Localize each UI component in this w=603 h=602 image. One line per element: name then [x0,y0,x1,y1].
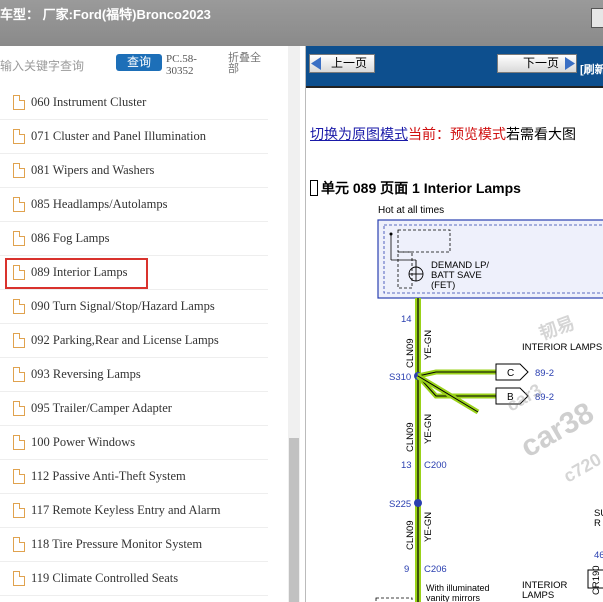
wire-label-3: CLN09 [405,520,416,550]
document-icon [13,537,25,552]
connector-c206: C206 [424,564,447,575]
pin-13: 13 [401,460,412,471]
tree-item[interactable]: 095 Trailer/Camper Adapter [0,392,268,426]
viewer-toolbar: 上一页 下一页 [刷新 [306,46,603,86]
tree-item[interactable]: 090 Turn Signal/Stop/Hazard Lamps [0,290,268,324]
ref-89-2-a: 89-2 [535,368,554,379]
document-icon [13,401,25,416]
tree-item[interactable]: 071 Cluster and Panel Illumination [0,120,268,154]
wiring-diagram: Hot at all times DEMAND LP/ BATT SAVE (F… [375,205,603,602]
wire-color-1: YE-GN [423,330,434,360]
collapse-all-link[interactable]: 折叠全部 [228,53,266,75]
hint-text: 若需看大图 [506,126,576,142]
viewer-panel: 上一页 下一页 [刷新 切换为原图模式当前：预览模式若需看大图 单元 089 页… [305,46,603,602]
hot-label: Hot at all times [378,205,444,216]
window-control-button[interactable] [591,8,603,28]
scrollbar-thumb[interactable] [289,438,299,602]
tree-item[interactable]: 093 Reversing Lamps [0,358,268,392]
fet-label-line3: (FET) [431,280,455,291]
splice-s310-label: S310 [389,372,411,383]
document-icon [13,299,25,314]
tree-item[interactable]: 092 Parking,Rear and License Lamps [0,324,268,358]
section-tree: 060 Instrument Cluster 071 Cluster and P… [0,86,286,596]
document-icon [13,367,25,382]
tree-item[interactable]: 086 Fog Lamps [0,222,268,256]
search-bar: 输入关键字查询 查询 PC.58-30352 折叠全部 [0,46,288,84]
tree-item[interactable]: 119 Climate Controlled Seats [0,562,268,596]
wire-color-3: YE-GN [423,512,434,542]
tree-item[interactable]: 118 Tire Pressure Monitor System [0,528,268,562]
interior-lamps-label: INTERIOR LAMPS [522,342,602,353]
tree-item[interactable]: 112 Passive Anti-Theft System [0,460,268,494]
document-icon [13,163,25,178]
document-icon [13,469,25,484]
vanity-label-line2: vanity mirrors [426,593,481,602]
current-mode-label: 当前：预览模式 [408,126,506,142]
mode-line: 切换为原图模式当前：预览模式若需看大图 [310,124,576,144]
window-title: 车型： 厂家:Ford(福特)Bronco2023 [0,7,211,22]
document-area: 切换为原图模式当前：预览模式若需看大图 单元 089 页面 1 Interior… [306,86,603,602]
refresh-link[interactable]: [刷新 [580,61,603,77]
document-icon [13,197,25,212]
pc-code-label: PC.58-30352 [166,53,197,77]
svg-text:c720: c720 [560,449,603,486]
tree-item[interactable]: 081 Wipers and Washers [0,154,268,188]
interior-lamps-label-2b: LAMPS [522,590,554,601]
document-icon [13,503,25,518]
tree-item[interactable]: 060 Instrument Cluster [0,86,268,120]
search-input[interactable]: 输入关键字查询 [0,57,84,74]
branch-c-highlight [417,369,496,379]
document-icon [13,265,25,280]
svg-text:C: C [507,368,514,379]
document-icon [13,333,25,348]
wire-label-1: CLN09 [405,338,416,368]
svg-text:car3: car3 [503,380,545,416]
prev-page-button[interactable]: 上一页 [309,54,375,73]
svg-text:46: 46 [594,550,603,561]
arrow-left-icon [311,57,321,70]
heading-marker-icon [310,180,318,196]
wire-color-2: YE-GN [423,414,434,444]
pin-9: 9 [404,564,409,575]
document-icon [13,571,25,586]
document-icon [13,231,25,246]
document-icon [13,95,25,110]
pin-14: 14 [401,314,412,325]
tree-item[interactable]: 117 Remote Keyless Entry and Alarm [0,494,268,528]
splice-s225-label: S225 [389,499,411,510]
query-button[interactable]: 查询 [116,54,162,71]
document-icon [13,129,25,144]
next-page-button[interactable]: 下一页 [497,54,577,73]
connector-c200: C200 [424,460,447,471]
wire-label-2: CLN09 [405,422,416,452]
document-icon [13,435,25,450]
tree-scrollbar[interactable] [288,46,300,602]
tree-item[interactable]: 100 Power Windows [0,426,268,460]
switch-mode-link[interactable]: 切换为原图模式 [310,126,408,142]
page-heading: 单元 089 页面 1 Interior Lamps [310,178,521,198]
vanity-label-line1: With illuminated [426,583,490,593]
splice-s225 [414,499,422,507]
svg-text:韧易: 韧易 [537,313,578,344]
left-panel: 输入关键字查询 查询 PC.58-30352 折叠全部 060 Instrume… [0,46,300,602]
arrow-right-icon [565,57,575,70]
tree-item-selected[interactable]: 089 Interior Lamps [0,256,268,290]
title-bar: 车型： 厂家:Ford(福特)Bronco2023 [0,0,603,46]
branch-b-highlight [416,374,496,399]
tree-item[interactable]: 085 Headlamps/Autolamps [0,188,268,222]
svg-text:R: R [594,518,601,529]
